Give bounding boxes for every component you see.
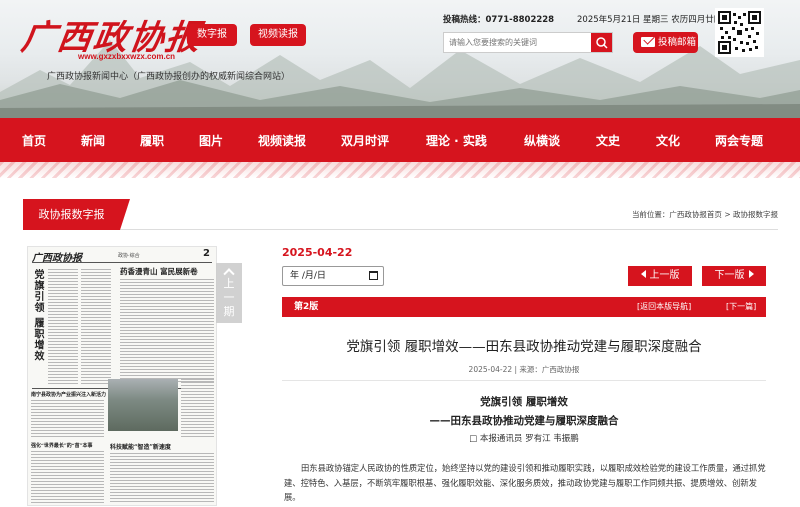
nav-item-sessions[interactable]: 两会专题	[715, 118, 763, 164]
breadcrumb[interactable]: 当前位置：广西政协报首页 > 政协报数字报	[632, 209, 778, 220]
previous-page-label: 上一版	[649, 270, 680, 281]
paper-text-block	[110, 453, 214, 503]
nav-item-video[interactable]: 视频读报	[258, 118, 306, 164]
current-date: 2025年5月21日 星期三 农历四月廿四	[577, 15, 723, 25]
nav-item-theory[interactable]: 理论 · 实践	[426, 118, 487, 164]
nav-item-home[interactable]: 首页	[22, 118, 46, 164]
video-reading-button[interactable]: 视频读报	[250, 24, 306, 46]
paper-text-block	[31, 400, 104, 438]
nav-item-photos[interactable]: 图片	[199, 118, 223, 164]
search-button[interactable]	[591, 33, 612, 52]
paper-text-block	[48, 269, 78, 384]
back-to-page-nav-link[interactable]: [返回本版导航]	[637, 297, 691, 317]
mail-icon	[641, 37, 655, 47]
previous-issue-label-2: 一	[223, 291, 235, 304]
paper-text-block	[181, 379, 214, 439]
nav-item-discussion[interactable]: 纵横谈	[524, 118, 560, 164]
hotline-label: 投稿热线：	[443, 15, 486, 25]
search-icon	[596, 37, 608, 49]
qr-code	[715, 8, 764, 57]
search-input[interactable]	[444, 33, 592, 52]
nav-item-news[interactable]: 新闻	[81, 118, 105, 164]
next-page-button[interactable]: 下一版	[702, 266, 766, 286]
page-bar: 第2版 [返回本版导航] [下一篇]	[282, 297, 766, 317]
article-title: 党旗引领 履职增效——田东县政协推动党建与履职深度融合	[346, 339, 702, 355]
nav-item-history[interactable]: 文史	[596, 118, 620, 164]
paper-text-block	[31, 451, 104, 503]
paper-section-label: 政协·综合	[118, 253, 140, 259]
paper-text-block	[120, 279, 214, 384]
submission-email-label: 投稿邮箱	[658, 37, 697, 48]
paper-headline-low[interactable]: 科技赋能“智造”新速度	[110, 442, 171, 451]
section-title: 政协报数字报	[23, 199, 130, 230]
article-body: 田东县政协锚定人民政协的性质定位，始终坚持以党的建设引领和推动履职实践，以履职成…	[284, 463, 766, 502]
paper-photo	[108, 379, 178, 431]
article-subtitle-2: ——田东县政协推动党建与履职深度融合	[429, 415, 619, 427]
paper-headline-mid[interactable]: 强化“世界最长”的“苗”本事	[31, 442, 93, 449]
nav-item-culture[interactable]: 文化	[656, 118, 680, 164]
search-box	[443, 32, 613, 53]
site-url: www.gxzxbxxwzx.com.cn	[78, 52, 176, 61]
divider	[282, 380, 766, 381]
paper-page-number: 2	[203, 248, 210, 259]
nav-item-commentary[interactable]: 双月时评	[341, 118, 389, 164]
calendar-icon[interactable]	[369, 271, 378, 280]
submission-email-button[interactable]: 投稿邮箱	[633, 32, 698, 53]
hotline-number: 0771-8802228	[485, 15, 555, 25]
caret-left-icon	[640, 270, 646, 278]
next-page-label: 下一版	[714, 270, 745, 281]
hotline: 投稿热线：0771-8802228	[443, 13, 554, 25]
caret-right-icon	[748, 270, 754, 278]
nav-decoration	[0, 162, 800, 178]
main-nav: 首页 新闻 履职 图片 视频读报 双月时评 理论 · 实践 纵横谈 文史 文化 …	[0, 118, 800, 164]
paper-headline-left[interactable]: 南宁县政协为产业振兴注入新活力	[31, 391, 106, 398]
paper-headline-vertical[interactable]: 党旗引领 履职增效	[30, 269, 45, 364]
article-subtitle-1: 党旗引领 履职增效	[480, 396, 568, 408]
site-subtitle: 广西政协报新闻中心（广西政协报创办的权威新闻综合网站）	[47, 72, 291, 82]
next-article-link[interactable]: [下一篇]	[726, 297, 756, 317]
paper-headline-top[interactable]: 药香漫青山 富民展新卷	[120, 266, 198, 277]
paper-text-block	[81, 269, 111, 384]
date-picker-value: 年 /月/日	[290, 271, 326, 281]
newspaper-page-thumbnail[interactable]: 广西政协报 政协·综合 2 党旗引领 履职增效 药香漫青山 富民展新卷 南宁县政…	[27, 246, 217, 506]
previous-page-button[interactable]: 上一版	[628, 266, 692, 286]
date-picker[interactable]: 年 /月/日	[282, 266, 384, 286]
previous-issue-button[interactable]: 上 一 期	[216, 263, 242, 323]
previous-issue-label-3: 期	[223, 305, 235, 318]
nav-item-duties[interactable]: 履职	[140, 118, 164, 164]
digital-paper-button[interactable]: 数字报	[187, 24, 237, 46]
header-banner: 广西政协报 www.gxzxbxxwzx.com.cn 数字报 视频读报 广西政…	[0, 0, 800, 118]
article-meta: 2025-04-22 | 来源：广西政协报	[468, 365, 580, 374]
section-bar: 政协报数字报 当前位置：广西政协报首页 > 政协报数字报	[23, 199, 778, 230]
article-byline: □ 本报通讯员 罗有江 韦振鹏	[469, 434, 579, 444]
page-label: 第2版	[294, 302, 319, 312]
issue-date: 2025-04-22	[282, 246, 353, 259]
paper-rule	[32, 262, 212, 263]
